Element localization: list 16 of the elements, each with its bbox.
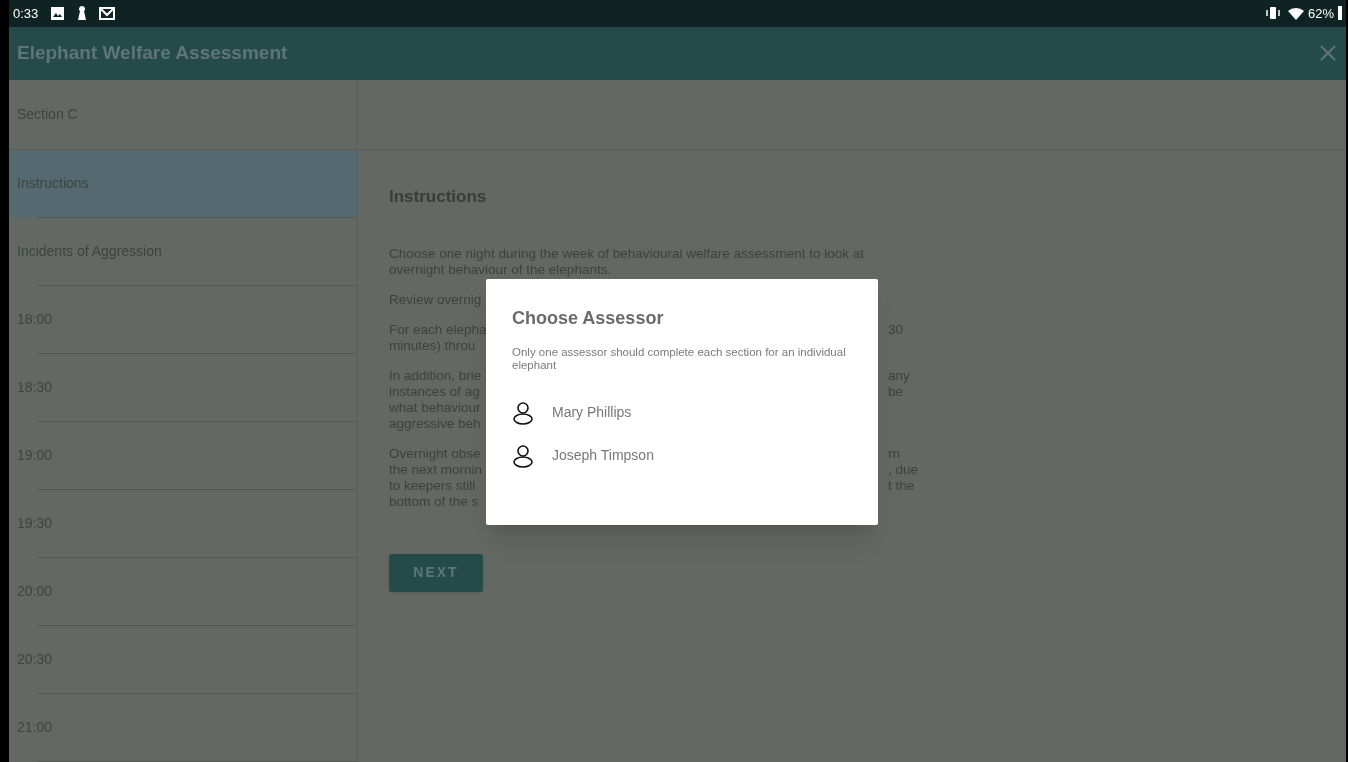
status-time: 0:33 (13, 4, 39, 23)
assessor-option[interactable]: Joseph Timpson (512, 439, 852, 472)
dialog-title: Choose Assessor (512, 307, 665, 330)
next-button[interactable]: NEXT (389, 553, 483, 592)
assessor-option[interactable]: Mary Phillips (512, 396, 852, 429)
person-icon (512, 400, 534, 425)
wifi-icon (1287, 6, 1304, 20)
mail-icon (99, 6, 116, 20)
app-title: Elephant Welfare Assessment (17, 41, 288, 66)
battery-level: 62% (1307, 4, 1334, 23)
dialog-message: Only one assessor should complete each section for an individual elephant (512, 346, 847, 372)
keyhole-icon (77, 5, 88, 22)
vibrate-icon (1265, 6, 1280, 21)
person-icon (512, 443, 534, 468)
battery-icon (1338, 6, 1342, 21)
image-icon (50, 5, 66, 21)
